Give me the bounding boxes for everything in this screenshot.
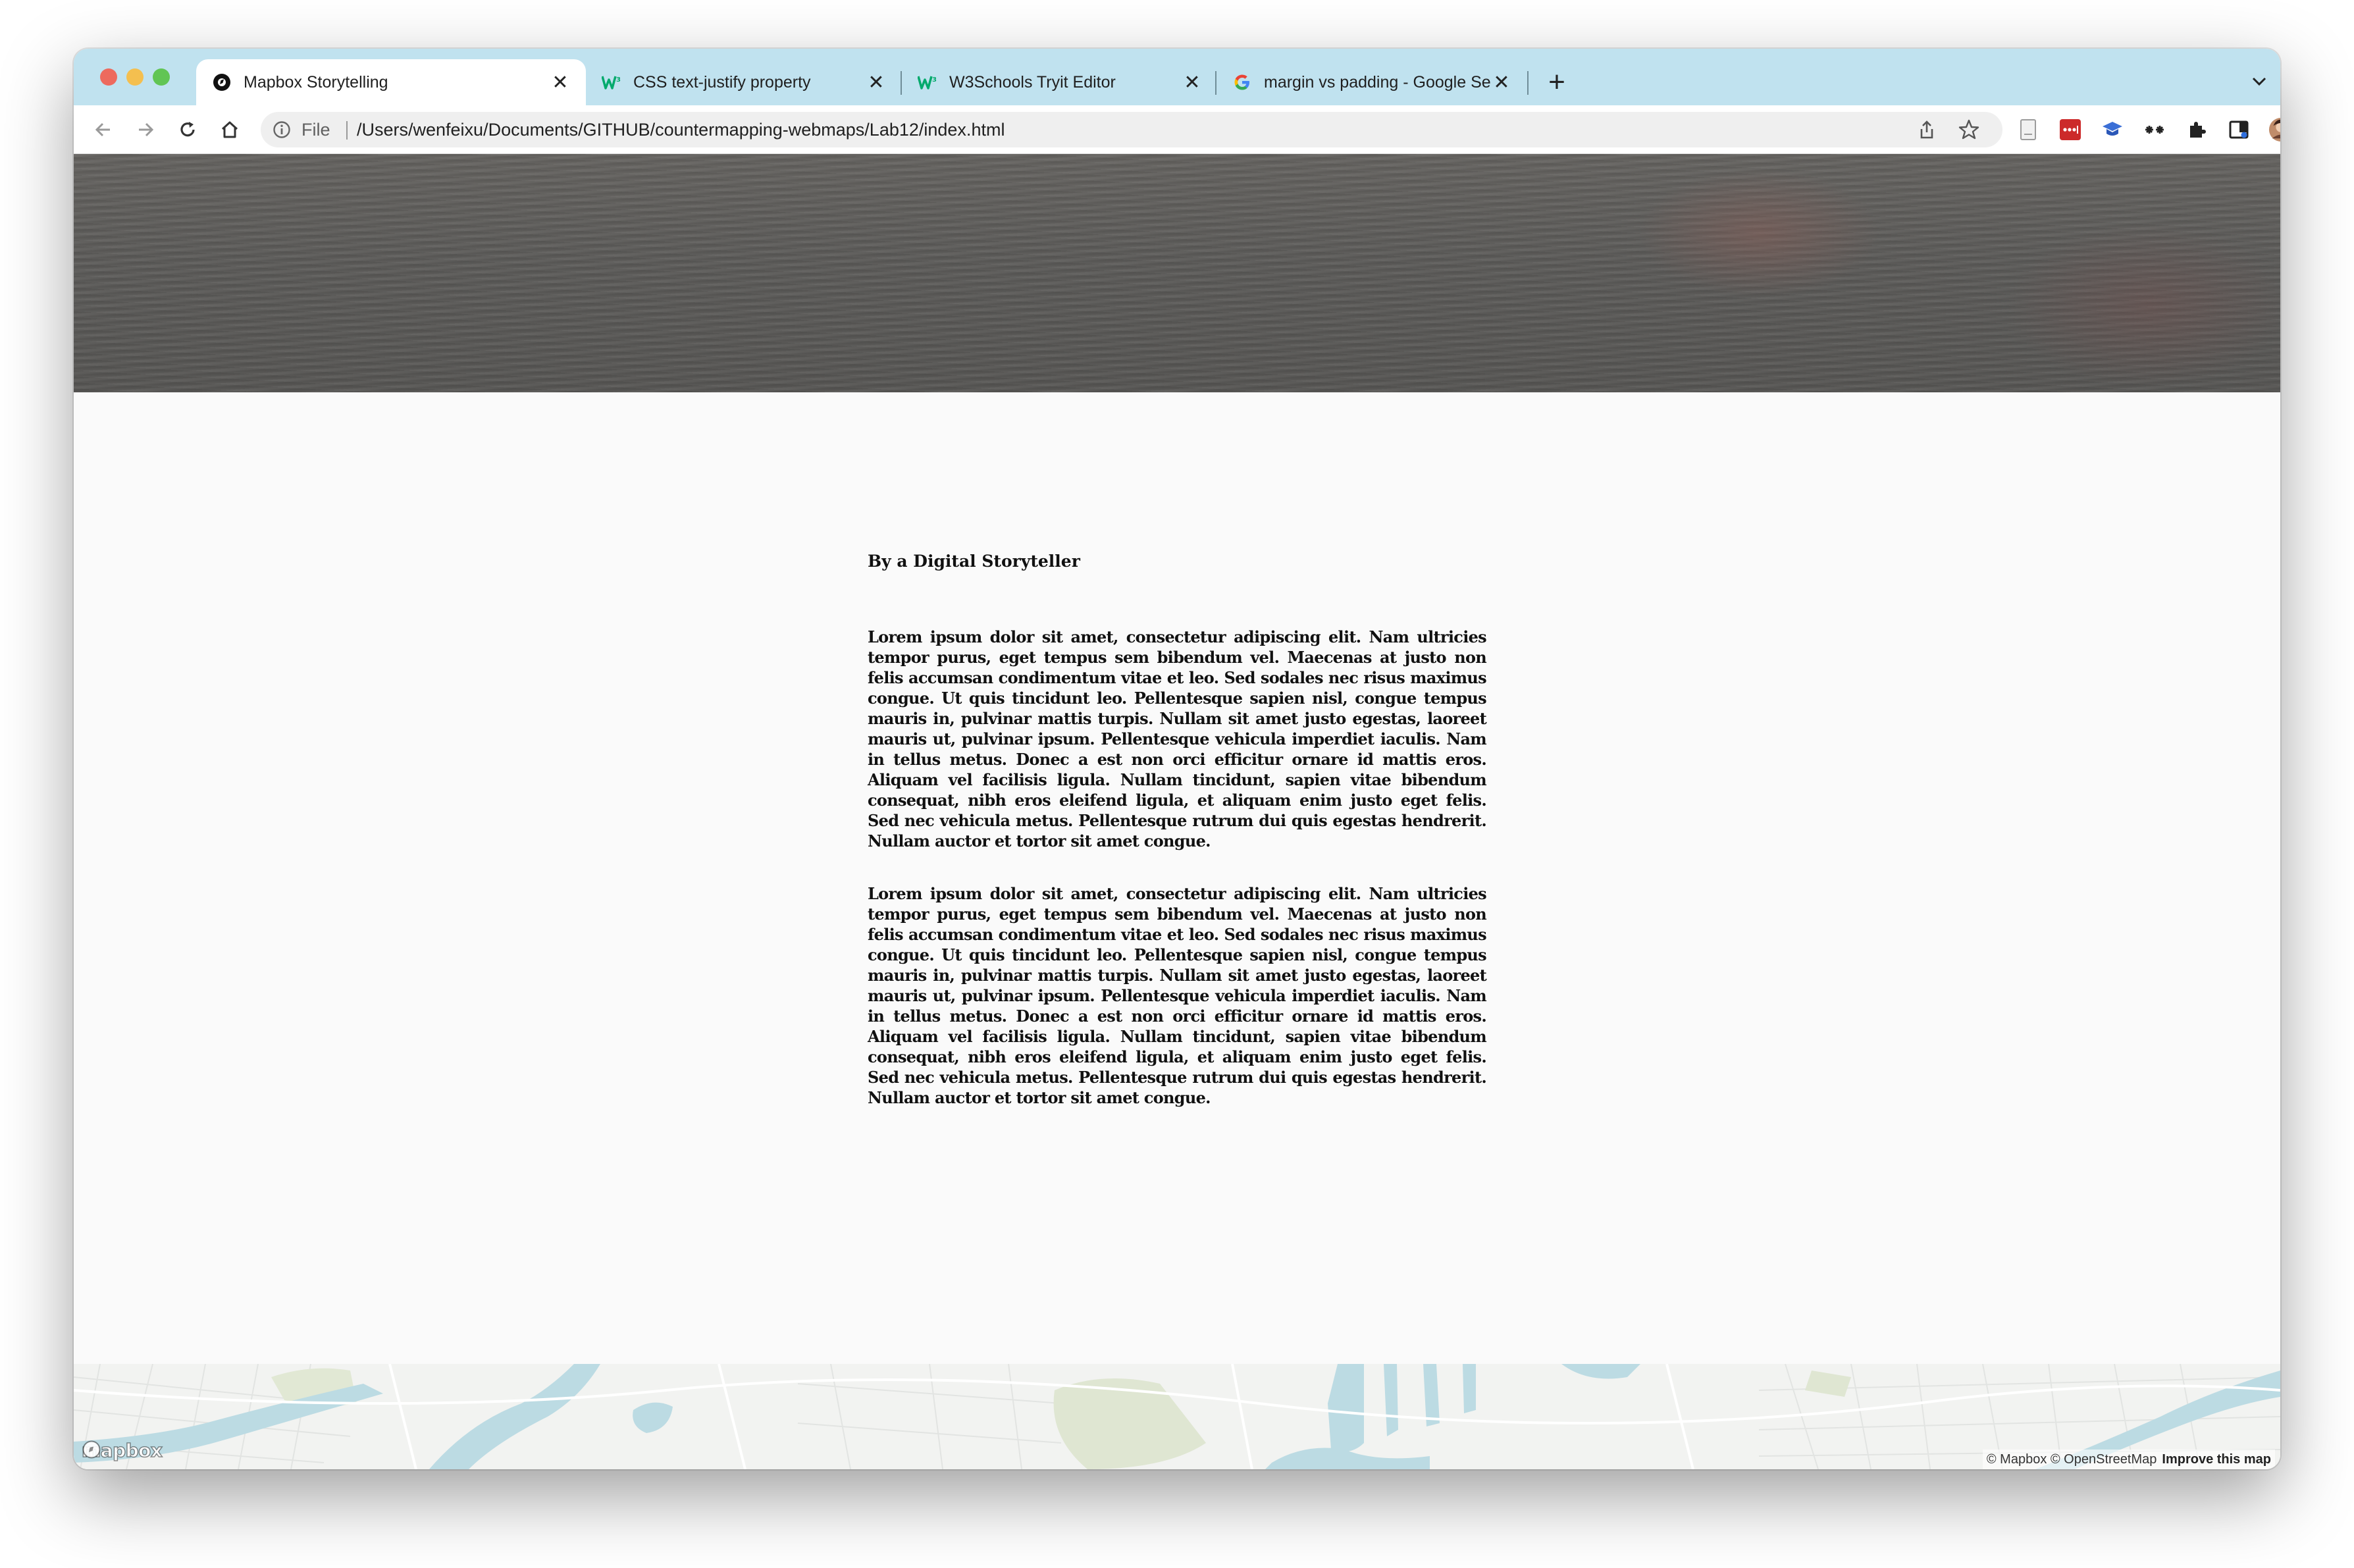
share-icon[interactable] [1917, 120, 1937, 140]
tab-title: margin vs padding - Google Se [1264, 72, 1491, 91]
address-bar[interactable]: File /Users/wenfeixu/Documents/GITHUB/co… [261, 112, 2002, 147]
info-icon[interactable] [273, 120, 291, 139]
improve-map-link[interactable]: Improve this map [2162, 1452, 2271, 1467]
tab-title: Mapbox Storytelling [244, 72, 388, 91]
attribution-text[interactable]: © Mapbox © OpenStreetMap [1987, 1452, 2157, 1467]
map-basemap [74, 1364, 2280, 1469]
page-viewport[interactable]: By a Digital Storyteller Lorem ipsum dol… [74, 154, 2280, 1469]
back-arrow-icon[interactable] [88, 115, 118, 145]
svg-text:3: 3 [932, 76, 937, 84]
reload-icon[interactable] [172, 115, 203, 145]
browser-toolbar: File /Users/wenfeixu/Documents/GITHUB/co… [74, 105, 2280, 154]
mapbox-logo-icon [82, 1440, 101, 1459]
minimize-window-button[interactable] [126, 68, 144, 86]
tab-css-text-justify[interactable]: 3 CSS text-justify property ✕ [586, 59, 902, 105]
tab-separator [1527, 71, 1529, 95]
maximize-window-button[interactable] [153, 68, 170, 86]
new-tab-button[interactable]: + [1539, 65, 1575, 100]
url-text[interactable]: /Users/wenfeixu/Documents/GITHUB/counter… [357, 112, 1005, 147]
reader-page-icon[interactable] [2016, 117, 2041, 142]
hero-water-image [74, 154, 2280, 392]
lastpass-extension-icon[interactable] [2058, 117, 2083, 142]
story-paragraph: Lorem ipsum dolor sit amet, consectetur … [868, 884, 1487, 1107]
asterisk-extension-icon[interactable] [2142, 117, 2167, 142]
url-scheme-label: File [301, 120, 330, 140]
tab-strip: Mapbox Storytelling ✕ 3 CSS text-justify… [74, 49, 2280, 105]
close-tab-icon[interactable]: ✕ [1492, 72, 1511, 93]
tab-search-chevron-down-icon[interactable] [2246, 68, 2272, 95]
close-window-button[interactable] [100, 68, 117, 86]
bookmark-star-icon[interactable] [1958, 118, 1980, 141]
browser-window: Mapbox Storytelling ✕ 3 CSS text-justify… [74, 49, 2280, 1469]
graduation-cap-icon[interactable] [2100, 117, 2125, 142]
tab-w3schools-tryit[interactable]: 3 W3Schools Tryit Editor ✕ [902, 59, 1218, 105]
address-divider [346, 121, 348, 140]
forward-arrow-icon[interactable] [130, 115, 161, 145]
home-icon[interactable] [215, 115, 245, 145]
tab-google-search[interactable]: margin vs padding - Google Se ✕ [1216, 59, 1527, 105]
map-canvas[interactable]: mapbox © Mapbox © OpenStreetMap Improve t… [74, 1364, 2280, 1469]
tab-title: W3Schools Tryit Editor [949, 72, 1116, 91]
side-panel-icon[interactable] [2226, 117, 2251, 142]
mapbox-icon [212, 72, 232, 92]
close-tab-icon[interactable]: ✕ [866, 72, 886, 93]
byline: By a Digital Storyteller [868, 552, 1080, 571]
story-paragraph: Lorem ipsum dolor sit amet, consectetur … [868, 627, 1487, 850]
tab-mapbox-storytelling[interactable]: Mapbox Storytelling ✕ [196, 59, 586, 105]
close-tab-icon[interactable]: ✕ [1182, 72, 1202, 93]
profile-avatar[interactable] [2268, 117, 2280, 142]
w3schools-icon: 3 [602, 72, 621, 92]
tab-title: CSS text-justify property [633, 72, 811, 91]
w3schools-icon: 3 [918, 72, 937, 92]
google-icon [1232, 72, 1252, 92]
mapbox-logo[interactable]: mapbox [81, 1439, 163, 1462]
close-tab-icon[interactable]: ✕ [550, 72, 570, 93]
svg-text:3: 3 [616, 76, 621, 84]
extensions-puzzle-icon[interactable] [2184, 117, 2209, 142]
map-attribution: © Mapbox © OpenStreetMap Improve this map [1982, 1450, 2275, 1469]
